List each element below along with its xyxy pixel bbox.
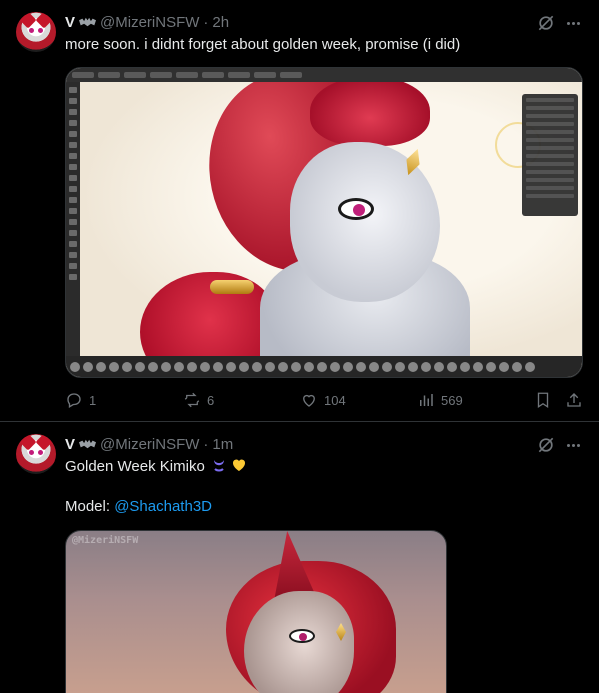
grok-icon[interactable] bbox=[536, 435, 556, 455]
like-count: 104 bbox=[324, 392, 346, 408]
bat-icon bbox=[79, 439, 97, 449]
share-icon bbox=[567, 393, 581, 407]
moon-emoji-icon bbox=[213, 460, 224, 472]
share-button[interactable] bbox=[565, 390, 583, 410]
hair-tie bbox=[210, 280, 254, 294]
heart-icon bbox=[303, 394, 315, 407]
tweet-text: more soon. i didnt forget about golden w… bbox=[65, 36, 461, 53]
analytics-icon bbox=[420, 394, 433, 406]
grok-icon[interactable] bbox=[536, 13, 556, 33]
retweet-count: 6 bbox=[207, 392, 215, 408]
more-options-icon[interactable] bbox=[563, 13, 583, 33]
avatar-ear bbox=[35, 12, 53, 29]
eye bbox=[289, 629, 315, 643]
display-name[interactable]: V bbox=[65, 14, 75, 31]
tweet-media[interactable]: @MizeriNSFW bbox=[65, 530, 447, 693]
avatar-eye bbox=[38, 28, 43, 33]
yellow-heart-emoji-icon bbox=[232, 459, 245, 471]
tweet[interactable]: V @MizeriNSFW · 1m Golden Week Kimiko Mo… bbox=[0, 423, 599, 693]
avatar[interactable] bbox=[16, 434, 56, 474]
reply-icon bbox=[67, 393, 81, 408]
avatar-eye bbox=[38, 450, 43, 455]
tweet-credit-line: Model: @Shachath3D bbox=[65, 497, 212, 517]
handle[interactable]: @MizeriNSFW bbox=[100, 14, 199, 31]
blender-viewport-image bbox=[80, 82, 582, 366]
avatar-eye bbox=[29, 450, 34, 455]
avatar-eye bbox=[29, 28, 34, 33]
credit-label: Model: bbox=[65, 498, 115, 515]
bat-icon bbox=[79, 17, 97, 27]
tweet-actions: 1 6 104 569 bbox=[65, 390, 583, 410]
bookmark-icon bbox=[537, 392, 549, 409]
separator-dot: · bbox=[203, 13, 209, 31]
tweet-text: Golden Week Kimiko bbox=[65, 458, 205, 475]
timestamp[interactable]: 2h bbox=[212, 14, 229, 31]
more-options-icon[interactable] bbox=[563, 435, 583, 455]
tweet-media[interactable] bbox=[65, 67, 583, 378]
watermark: @MizeriNSFW bbox=[72, 535, 139, 546]
avatar[interactable] bbox=[16, 12, 56, 52]
avatar-ear bbox=[19, 12, 37, 29]
retweet-icon bbox=[184, 392, 200, 408]
retweet-button[interactable]: 6 bbox=[183, 390, 214, 410]
tweet-text-line: Golden Week Kimiko bbox=[65, 457, 247, 477]
tweet-header: V @MizeriNSFW · 2h bbox=[65, 12, 229, 32]
mention-link[interactable]: @Shachath3D bbox=[114, 498, 212, 515]
separator-dot: · bbox=[203, 435, 209, 453]
ear bbox=[310, 82, 430, 146]
views-button[interactable]: 569 bbox=[417, 390, 463, 410]
like-button[interactable]: 104 bbox=[300, 390, 346, 410]
handle[interactable]: @MizeriNSFW bbox=[100, 436, 199, 453]
view-count: 569 bbox=[441, 392, 463, 408]
reply-count: 1 bbox=[89, 392, 97, 408]
properties-panel bbox=[522, 94, 578, 216]
blender-header-bar bbox=[66, 68, 582, 82]
display-name[interactable]: V bbox=[65, 436, 75, 453]
eye bbox=[338, 198, 374, 220]
reply-button[interactable]: 1 bbox=[65, 390, 96, 410]
timestamp[interactable]: 1m bbox=[212, 436, 233, 453]
tweet-header: V @MizeriNSFW · 1m bbox=[65, 434, 233, 454]
avatar-ear bbox=[19, 434, 37, 451]
blender-toolbar bbox=[66, 82, 80, 366]
tweet[interactable]: V @MizeriNSFW · 2h more soon. i didnt fo… bbox=[0, 0, 599, 422]
brush-toolbar bbox=[66, 356, 582, 377]
avatar-ear bbox=[35, 434, 53, 451]
bookmark-button[interactable] bbox=[534, 390, 552, 410]
